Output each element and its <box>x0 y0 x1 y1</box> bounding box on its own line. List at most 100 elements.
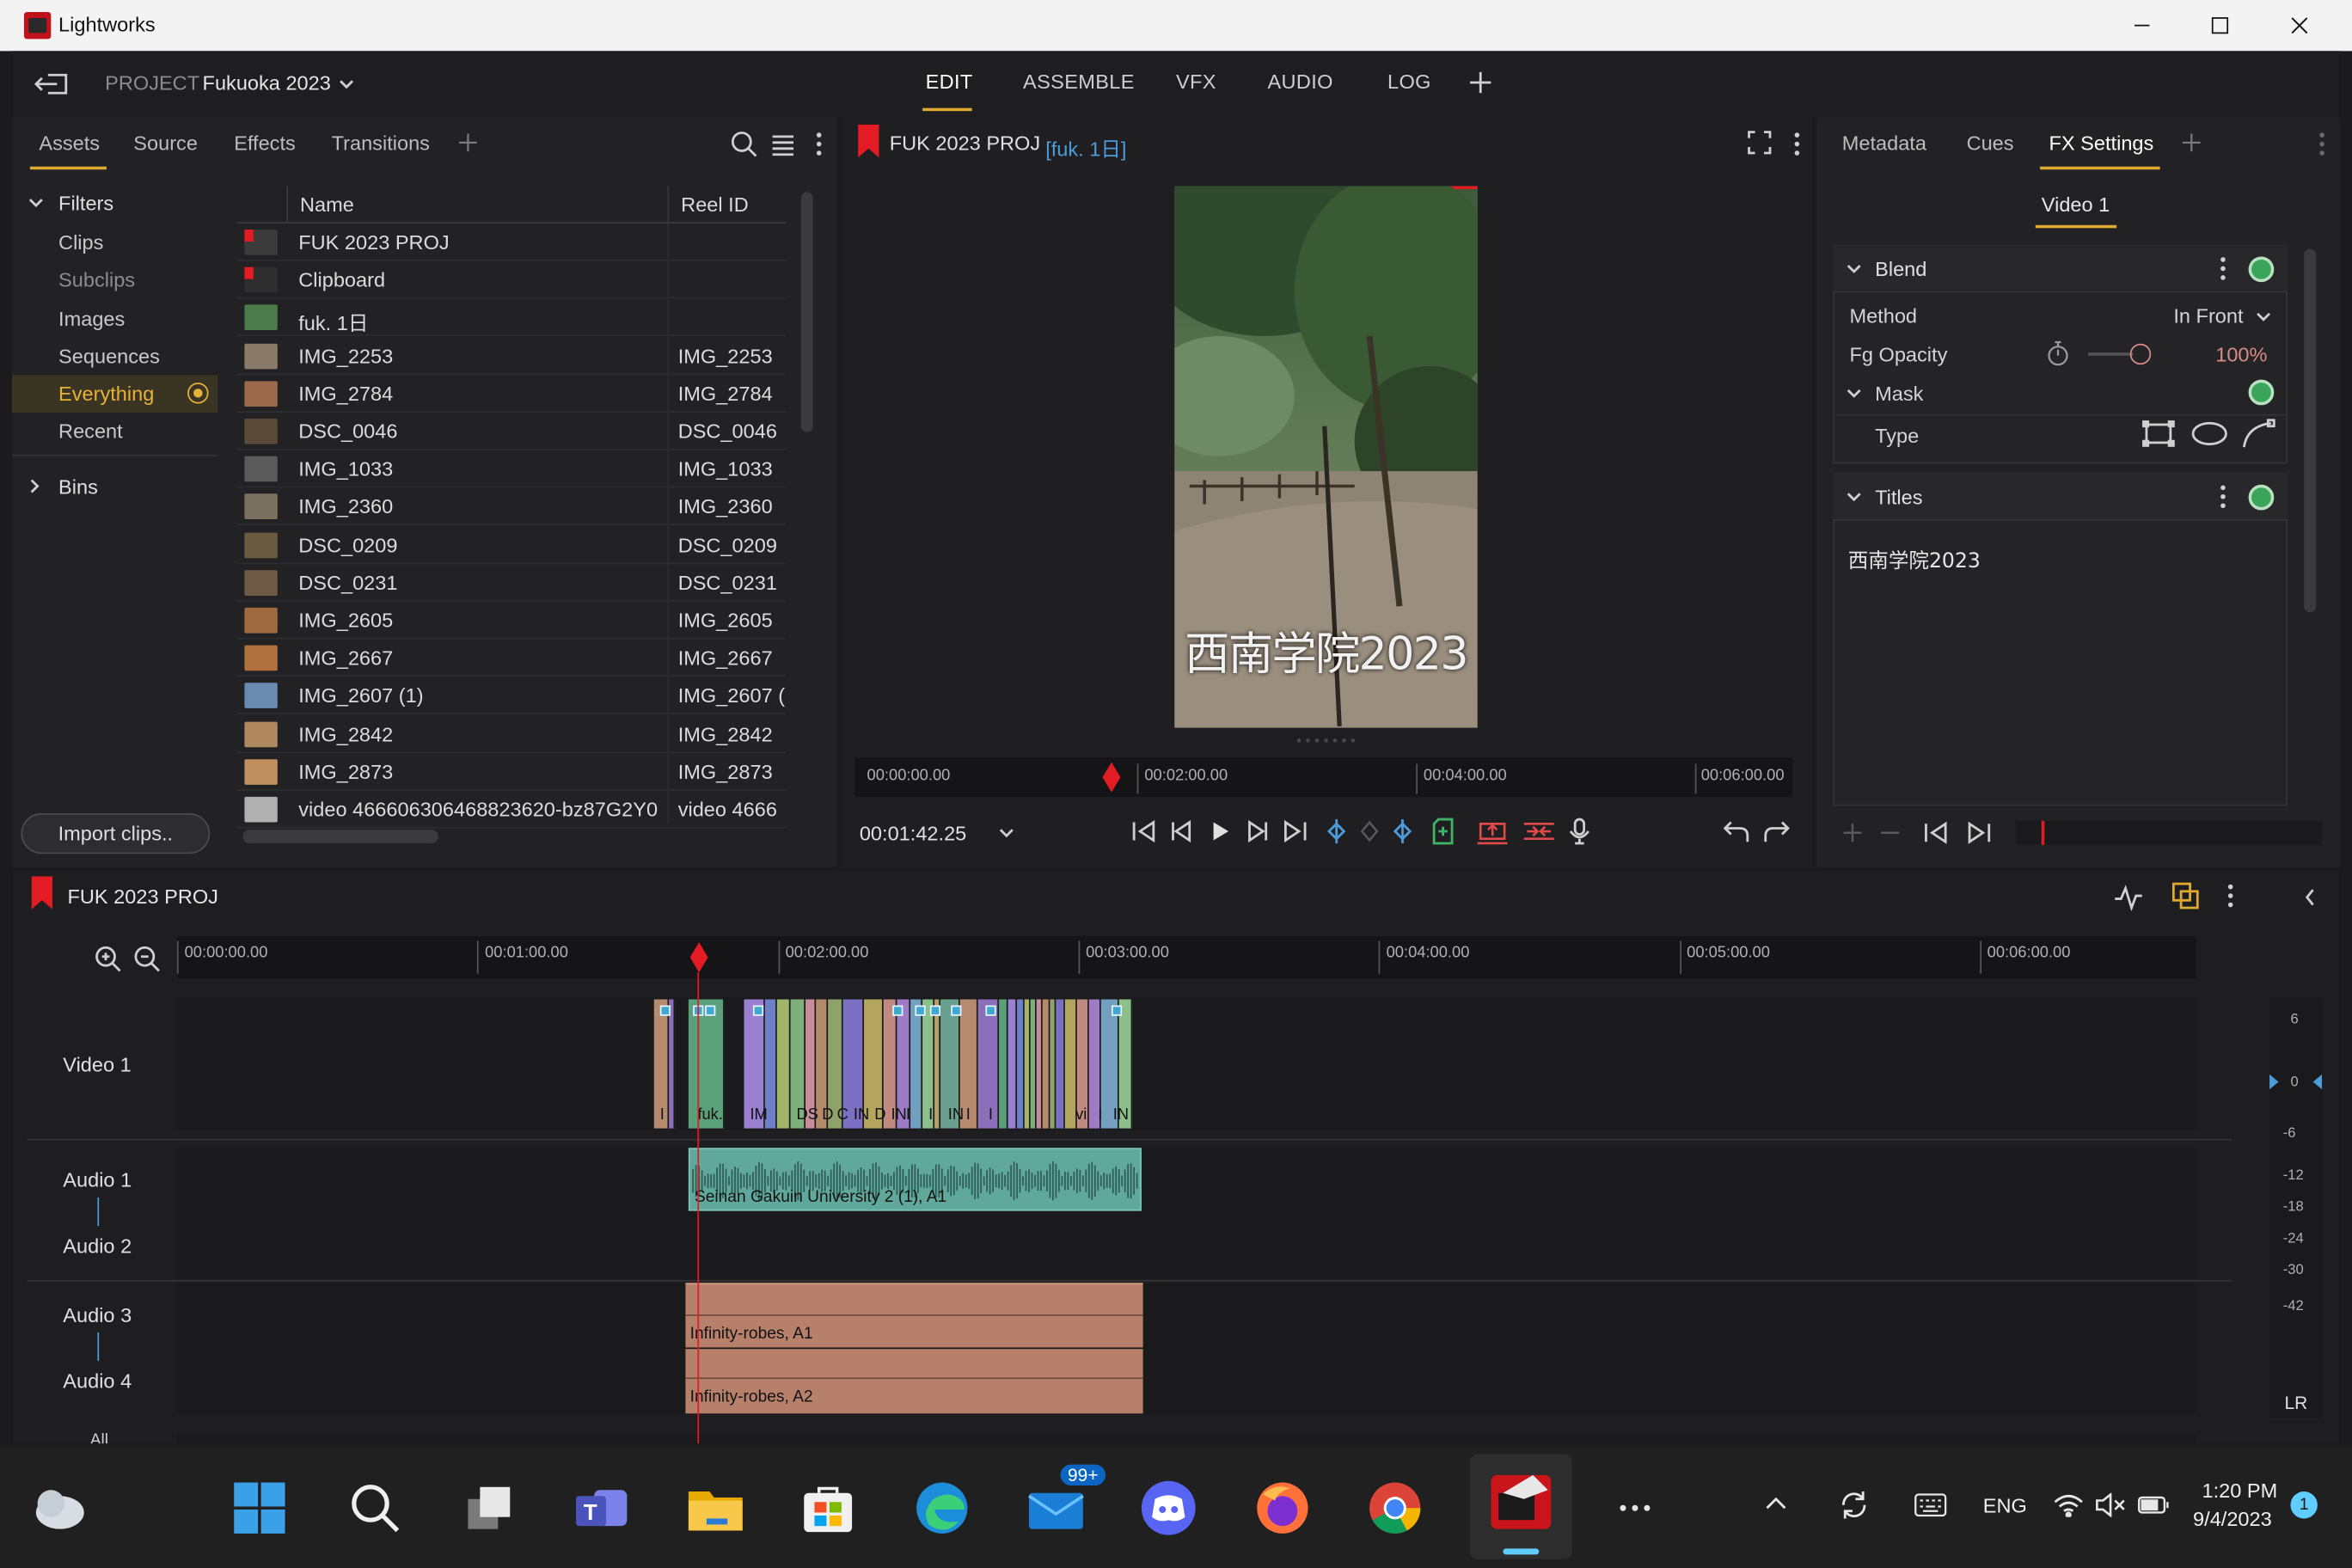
exit-project-icon[interactable] <box>33 69 69 99</box>
waveform-icon[interactable] <box>2114 884 2144 911</box>
asset-row[interactable]: DSC_0209 DSC_0209 <box>236 526 787 564</box>
language-indicator[interactable]: ENG <box>1983 1495 2027 1517</box>
asset-row[interactable]: IMG_2360 IMG_2360 <box>236 488 787 526</box>
titles-enable-toggle[interactable] <box>2248 484 2275 511</box>
mask-enable-toggle[interactable] <box>2248 379 2275 406</box>
edge-browser-icon[interactable] <box>910 1477 973 1540</box>
blend-enable-toggle[interactable] <box>2248 256 2275 283</box>
track-label-video1[interactable]: Video 1 <box>63 1053 131 1075</box>
video-clip[interactable] <box>1024 999 1031 1129</box>
filters-header[interactable]: Filters <box>58 192 113 214</box>
keyframe-timeline[interactable] <box>2016 820 2323 845</box>
previous-keyframe-icon[interactable] <box>1923 821 1950 845</box>
track-label-all[interactable]: All <box>90 1431 108 1443</box>
track-label-audio3[interactable]: Audio 3 <box>63 1304 132 1326</box>
video-clip[interactable] <box>1056 999 1065 1129</box>
asset-row[interactable]: IMG_2605 IMG_2605 <box>236 602 787 640</box>
tab-audio[interactable]: AUDIO <box>1267 70 1332 93</box>
track-label-audio2[interactable]: Audio 2 <box>63 1235 132 1258</box>
sync-lock-icon[interactable] <box>2171 882 2199 910</box>
audio12-track[interactable] <box>176 1148 2196 1279</box>
undo-icon[interactable] <box>1722 819 1749 843</box>
asset-list-h-scrollbar[interactable] <box>242 830 438 843</box>
more-options-icon[interactable] <box>2219 256 2227 280</box>
asset-row[interactable]: IMG_2253 IMG_2253 <box>236 337 787 375</box>
sync-icon[interactable] <box>1838 1489 1871 1522</box>
video-clip[interactable] <box>999 999 1008 1129</box>
discord-icon[interactable] <box>1137 1477 1200 1540</box>
column-name[interactable]: Name <box>300 193 354 216</box>
keyboard-icon[interactable] <box>1914 1493 1947 1517</box>
audio34-track[interactable] <box>176 1283 2196 1414</box>
tab-cues[interactable]: Cues <box>1967 132 2014 155</box>
chevron-down-icon[interactable] <box>1847 387 1861 399</box>
step-forward-icon[interactable] <box>1244 818 1282 844</box>
more-options-icon[interactable] <box>2226 884 2234 908</box>
asset-row[interactable]: FUK 2023 PROJ <box>236 224 787 261</box>
chrome-icon[interactable] <box>1363 1477 1426 1540</box>
add-cue-icon[interactable] <box>1431 818 1476 845</box>
timeline-ruler[interactable] <box>176 936 2196 979</box>
audio-clip-seinan[interactable]: Seinan Gakuin University 2 (1), A1 <box>688 1148 1142 1211</box>
extract-icon[interactable] <box>1522 818 1569 844</box>
asset-row[interactable]: IMG_2667 IMG_2667 <box>236 640 787 677</box>
viewer-ruler[interactable]: 00:00:00.00 00:02:00.00 00:04:00.00 00:0… <box>854 757 1793 797</box>
filter-subclips[interactable]: Subclips <box>58 268 135 291</box>
asset-row[interactable]: Clipboard <box>236 261 787 299</box>
bins-header[interactable]: Bins <box>58 475 98 498</box>
video-clip[interactable] <box>1017 999 1025 1129</box>
asset-row[interactable]: IMG_1033 IMG_1033 <box>236 450 787 488</box>
more-options-icon[interactable] <box>2219 485 2227 509</box>
search-icon[interactable] <box>344 1477 407 1540</box>
video-clip[interactable] <box>1042 999 1050 1129</box>
tab-effects[interactable]: Effects <box>234 132 296 155</box>
remove-keyframe-icon[interactable] <box>1879 823 1900 843</box>
chevron-down-icon[interactable] <box>2256 310 2271 322</box>
add-tab-icon[interactable] <box>1468 70 1492 95</box>
fullscreen-icon[interactable] <box>1748 131 1772 155</box>
video-clip[interactable] <box>1030 999 1037 1129</box>
mark-clip-icon[interactable] <box>1359 818 1392 844</box>
collapse-meter-icon[interactable] <box>2304 888 2316 906</box>
video-preview[interactable]: 西南学院2023 <box>1174 186 1478 728</box>
close-button[interactable] <box>2261 0 2339 51</box>
video1-track[interactable] <box>176 997 2196 1130</box>
clock-time[interactable]: 1:20 PM <box>2202 1479 2278 1502</box>
track-label-audio4[interactable]: Audio 4 <box>63 1370 132 1393</box>
list-view-icon[interactable] <box>771 132 795 156</box>
timeline-playhead[interactable] <box>689 942 708 973</box>
weather-icon[interactable] <box>27 1477 89 1540</box>
notification-badge[interactable]: 1 <box>2290 1491 2318 1519</box>
chevron-down-icon[interactable] <box>1847 262 1861 274</box>
video-clip[interactable] <box>1050 999 1057 1129</box>
bezier-mask-icon[interactable] <box>2241 417 2277 450</box>
microphone-icon[interactable] <box>1569 818 1605 845</box>
asset-row[interactable]: IMG_2873 IMG_2873 <box>236 753 787 791</box>
asset-row[interactable]: IMG_2607 (1) IMG_2607 ( <box>236 677 787 715</box>
rectangle-mask-icon[interactable] <box>2142 420 2175 447</box>
fx-scrollbar[interactable] <box>2304 248 2317 613</box>
tab-vfx[interactable]: VFX <box>1176 70 1216 93</box>
lift-icon[interactable] <box>1476 818 1522 845</box>
ellipse-mask-icon[interactable] <box>2190 420 2229 447</box>
step-back-icon[interactable] <box>1168 818 1206 844</box>
tab-edit[interactable]: EDIT <box>926 70 973 93</box>
file-explorer-icon[interactable] <box>684 1477 747 1540</box>
video-clip[interactable] <box>1008 999 1018 1129</box>
video-clip[interactable] <box>669 999 676 1129</box>
go-to-start-icon[interactable] <box>1131 818 1169 844</box>
zoom-in-icon[interactable] <box>95 946 121 972</box>
add-tab-icon[interactable] <box>2182 133 2201 152</box>
clock-date[interactable]: 9/4/2023 <box>2193 1508 2272 1530</box>
asset-row[interactable]: fuk. 1日 <box>236 299 787 337</box>
redo-icon[interactable] <box>1764 819 1791 843</box>
tab-metadata[interactable]: Metadata <box>1842 132 1926 155</box>
asset-list-scrollbar[interactable] <box>800 192 813 432</box>
firefox-icon[interactable] <box>1251 1477 1314 1540</box>
viewer-playhead[interactable] <box>1102 762 1121 793</box>
more-options-icon[interactable] <box>1792 132 1801 156</box>
go-to-end-icon[interactable] <box>1281 818 1326 844</box>
battery-icon[interactable] <box>2137 1495 2170 1516</box>
mark-out-icon[interactable] <box>1392 818 1430 844</box>
resize-handle[interactable] <box>1295 737 1357 744</box>
